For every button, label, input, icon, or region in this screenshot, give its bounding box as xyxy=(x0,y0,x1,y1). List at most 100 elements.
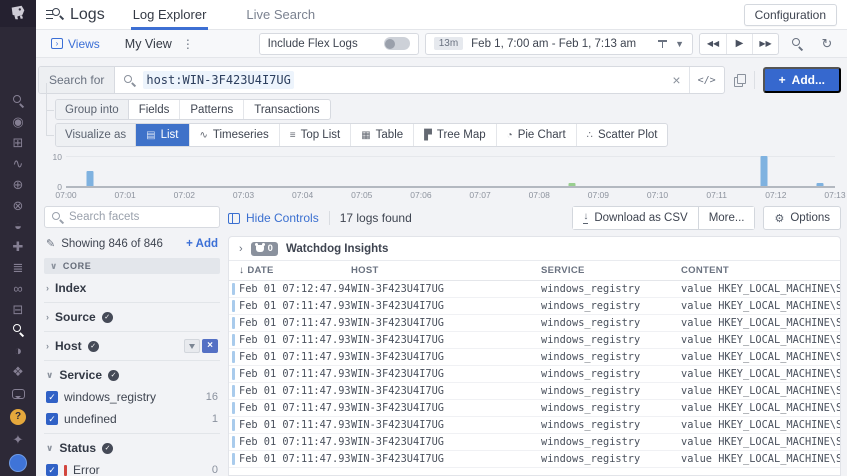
checkbox-checked[interactable] xyxy=(46,464,58,476)
hide-controls-button[interactable]: Hide Controls xyxy=(228,211,319,225)
column-header-service[interactable]: SERVICE xyxy=(541,265,681,276)
log-volume-chart[interactable]: 10 0 07:0007:0107:0207:0307:0407:0507:06… xyxy=(40,153,839,201)
include-flex-logs-toggle[interactable] xyxy=(384,37,410,50)
play-icon[interactable]: ▶ xyxy=(726,34,752,54)
log-row[interactable]: Feb 01 07:11:47.932 WIN-3F423U4I7UG wind… xyxy=(229,332,840,349)
log-service: windows_registry xyxy=(541,283,681,295)
clear-host-filter-icon[interactable]: × xyxy=(202,339,218,353)
facet-item-undefined[interactable]: undefined 1 xyxy=(46,412,218,426)
log-row[interactable]: Feb 01 07:11:47.931 WIN-3F423U4I7UG wind… xyxy=(229,400,840,417)
search-input[interactable]: host:WIN-3F423U4I7UG xyxy=(115,67,664,93)
zoom-out-icon[interactable] xyxy=(785,33,809,55)
watchdog-icon[interactable]: ◉ xyxy=(8,113,28,130)
chart-bar-green[interactable] xyxy=(568,183,575,186)
help-icon[interactable]: ? xyxy=(8,407,28,426)
x-axis-tick: 07:00 xyxy=(55,190,76,200)
group-into-fields[interactable]: Fields xyxy=(129,100,181,119)
log-row[interactable]: Feb 01 07:11:47.932 WIN-3F423U4I7UG wind… xyxy=(229,366,840,383)
error-tracking-icon[interactable]: ❖ xyxy=(8,363,28,380)
synthetics-icon[interactable]: ◒ xyxy=(8,217,28,234)
views-button[interactable]: › Views xyxy=(44,34,107,54)
facet-header-host[interactable]: › Host ✓ × xyxy=(46,339,218,353)
log-row[interactable]: Feb 01 07:11:47.932 WIN-3F423U4I7UG wind… xyxy=(229,383,840,400)
chat-icon[interactable] xyxy=(8,384,28,403)
viz-timeseries[interactable]: ∿Timeseries xyxy=(190,124,280,146)
facet-header-source[interactable]: › Source ✓ xyxy=(46,310,218,324)
security-icon[interactable]: ◑ xyxy=(8,342,28,359)
group-into-transactions[interactable]: Transactions xyxy=(244,100,329,119)
chart-bar-blue[interactable] xyxy=(761,156,768,186)
configuration-button[interactable]: Configuration xyxy=(744,4,837,26)
facet-header-status[interactable]: ∨ Status ✓ xyxy=(46,441,218,455)
view-options-kebab-icon[interactable]: ⋮ xyxy=(182,37,194,51)
metrics-icon[interactable]: ∿ xyxy=(8,155,28,172)
apm-icon[interactable]: ⊕ xyxy=(8,176,28,193)
checkbox-checked[interactable] xyxy=(46,413,58,425)
core-section-header[interactable]: ∨ CORE xyxy=(44,258,220,274)
step-back-icon[interactable]: ◀◀ xyxy=(700,34,726,54)
chart-bar-blue[interactable] xyxy=(817,183,824,186)
viz-tree-map[interactable]: ▛Tree Map xyxy=(414,124,497,146)
add-button[interactable]: + Add... xyxy=(763,67,841,93)
log-row[interactable]: Feb 01 07:11:47.931 WIN-3F423U4I7UG wind… xyxy=(229,417,840,434)
log-row[interactable]: Feb 01 07:11:47.932 WIN-3F423U4I7UG wind… xyxy=(229,349,840,366)
user-avatar[interactable] xyxy=(8,453,28,472)
facet-search-input[interactable] xyxy=(69,211,212,223)
copilot-sparkle-icon[interactable]: ✦ xyxy=(8,430,28,449)
datadog-logo[interactable] xyxy=(0,0,36,27)
files-icon[interactable]: ⊟ xyxy=(8,301,28,318)
integrations-icon[interactable]: ✚ xyxy=(8,238,28,255)
log-row[interactable]: Feb 01 07:11:47.931 WIN-3F423U4I7UG wind… xyxy=(229,451,840,468)
viz-table[interactable]: ▦Table xyxy=(351,124,414,146)
tab-log-explorer[interactable]: Log Explorer xyxy=(131,0,209,30)
filter-funnel-icon[interactable] xyxy=(184,339,200,353)
time-range-picker[interactable]: 13m Feb 1, 7:00 am - Feb 1, 7:13 am ▼ xyxy=(425,33,693,55)
log-status-indicator xyxy=(232,385,235,397)
facet-item-windows-registry[interactable]: windows_registry 16 xyxy=(46,390,218,404)
log-row[interactable]: Feb 01 07:11:47.932 WIN-3F423U4I7UG wind… xyxy=(229,298,840,315)
more-button[interactable]: More... xyxy=(699,206,756,230)
viz-top-list[interactable]: ≡Top List xyxy=(280,124,351,146)
time-dropdown-caret-icon[interactable]: ▼ xyxy=(675,39,684,49)
facet-header-service[interactable]: ∨ Service ✓ xyxy=(46,368,218,382)
service-map-icon[interactable]: ⊗ xyxy=(8,197,28,214)
viz-list[interactable]: ▤List xyxy=(136,124,189,146)
download-csv-button[interactable]: ↓ Download as CSV xyxy=(572,206,698,230)
log-row[interactable]: Feb 01 07:11:47.932 WIN-3F423U4I7UG wind… xyxy=(229,315,840,332)
pin-timeframe-icon[interactable] xyxy=(658,39,667,48)
notebooks-icon[interactable]: ≣ xyxy=(8,259,28,276)
search-icon[interactable] xyxy=(8,93,28,110)
column-header-content[interactable]: CONTENT xyxy=(681,265,840,276)
log-content: value HKEY_LOCAL_MACHINE\SOFTWARE xyxy=(681,385,840,397)
ci-cd-icon[interactable]: ∞ xyxy=(8,280,28,297)
logs-icon[interactable] xyxy=(8,321,28,338)
log-row[interactable]: Feb 01 07:11:47.931 WIN-3F423U4I7UG wind… xyxy=(229,434,840,451)
column-header-host[interactable]: HOST xyxy=(351,265,541,276)
code-view-toggle[interactable]: </> xyxy=(689,67,724,93)
tab-live-search[interactable]: Live Search xyxy=(244,0,317,30)
checkbox-checked[interactable] xyxy=(46,391,58,403)
clear-search-icon[interactable]: × xyxy=(664,67,688,93)
viz-pie-chart[interactable]: ◔Pie Chart xyxy=(497,124,577,146)
add-facet-button[interactable]: + Add xyxy=(186,238,218,250)
log-row[interactable]: Feb 01 07:12:47.942 WIN-3F423U4I7UG wind… xyxy=(229,281,840,298)
facet-summary-row: ✎ Showing 846 of 846 + Add xyxy=(46,237,218,250)
refresh-icon[interactable]: ↻ xyxy=(815,33,839,55)
search-query-token[interactable]: host:WIN-3F423U4I7UG xyxy=(143,71,294,89)
copy-icon[interactable] xyxy=(734,74,745,86)
facet-item-error[interactable]: Error 0 xyxy=(46,463,218,476)
group-into-patterns[interactable]: Patterns xyxy=(180,100,244,119)
step-forward-icon[interactable]: ▶▶ xyxy=(752,34,778,54)
facet-search[interactable] xyxy=(44,206,220,228)
chart-bar-blue[interactable] xyxy=(86,171,93,186)
current-view-name[interactable]: My View xyxy=(125,37,172,51)
watchdog-insights-row[interactable]: › 0 Watchdog Insights xyxy=(229,237,840,261)
options-button[interactable]: ⚙ Options xyxy=(763,206,841,230)
facet-header-index[interactable]: › Index xyxy=(46,281,218,295)
dashboards-icon[interactable]: ⊞ xyxy=(8,134,28,151)
edit-pencil-icon[interactable]: ✎ xyxy=(46,237,55,250)
column-header-date[interactable]: ↓DATE xyxy=(239,265,351,276)
viz-scatter-plot[interactable]: ∴Scatter Plot xyxy=(577,124,668,146)
chart-plot-area[interactable] xyxy=(66,156,835,188)
chevron-right-icon[interactable]: › xyxy=(239,243,243,255)
